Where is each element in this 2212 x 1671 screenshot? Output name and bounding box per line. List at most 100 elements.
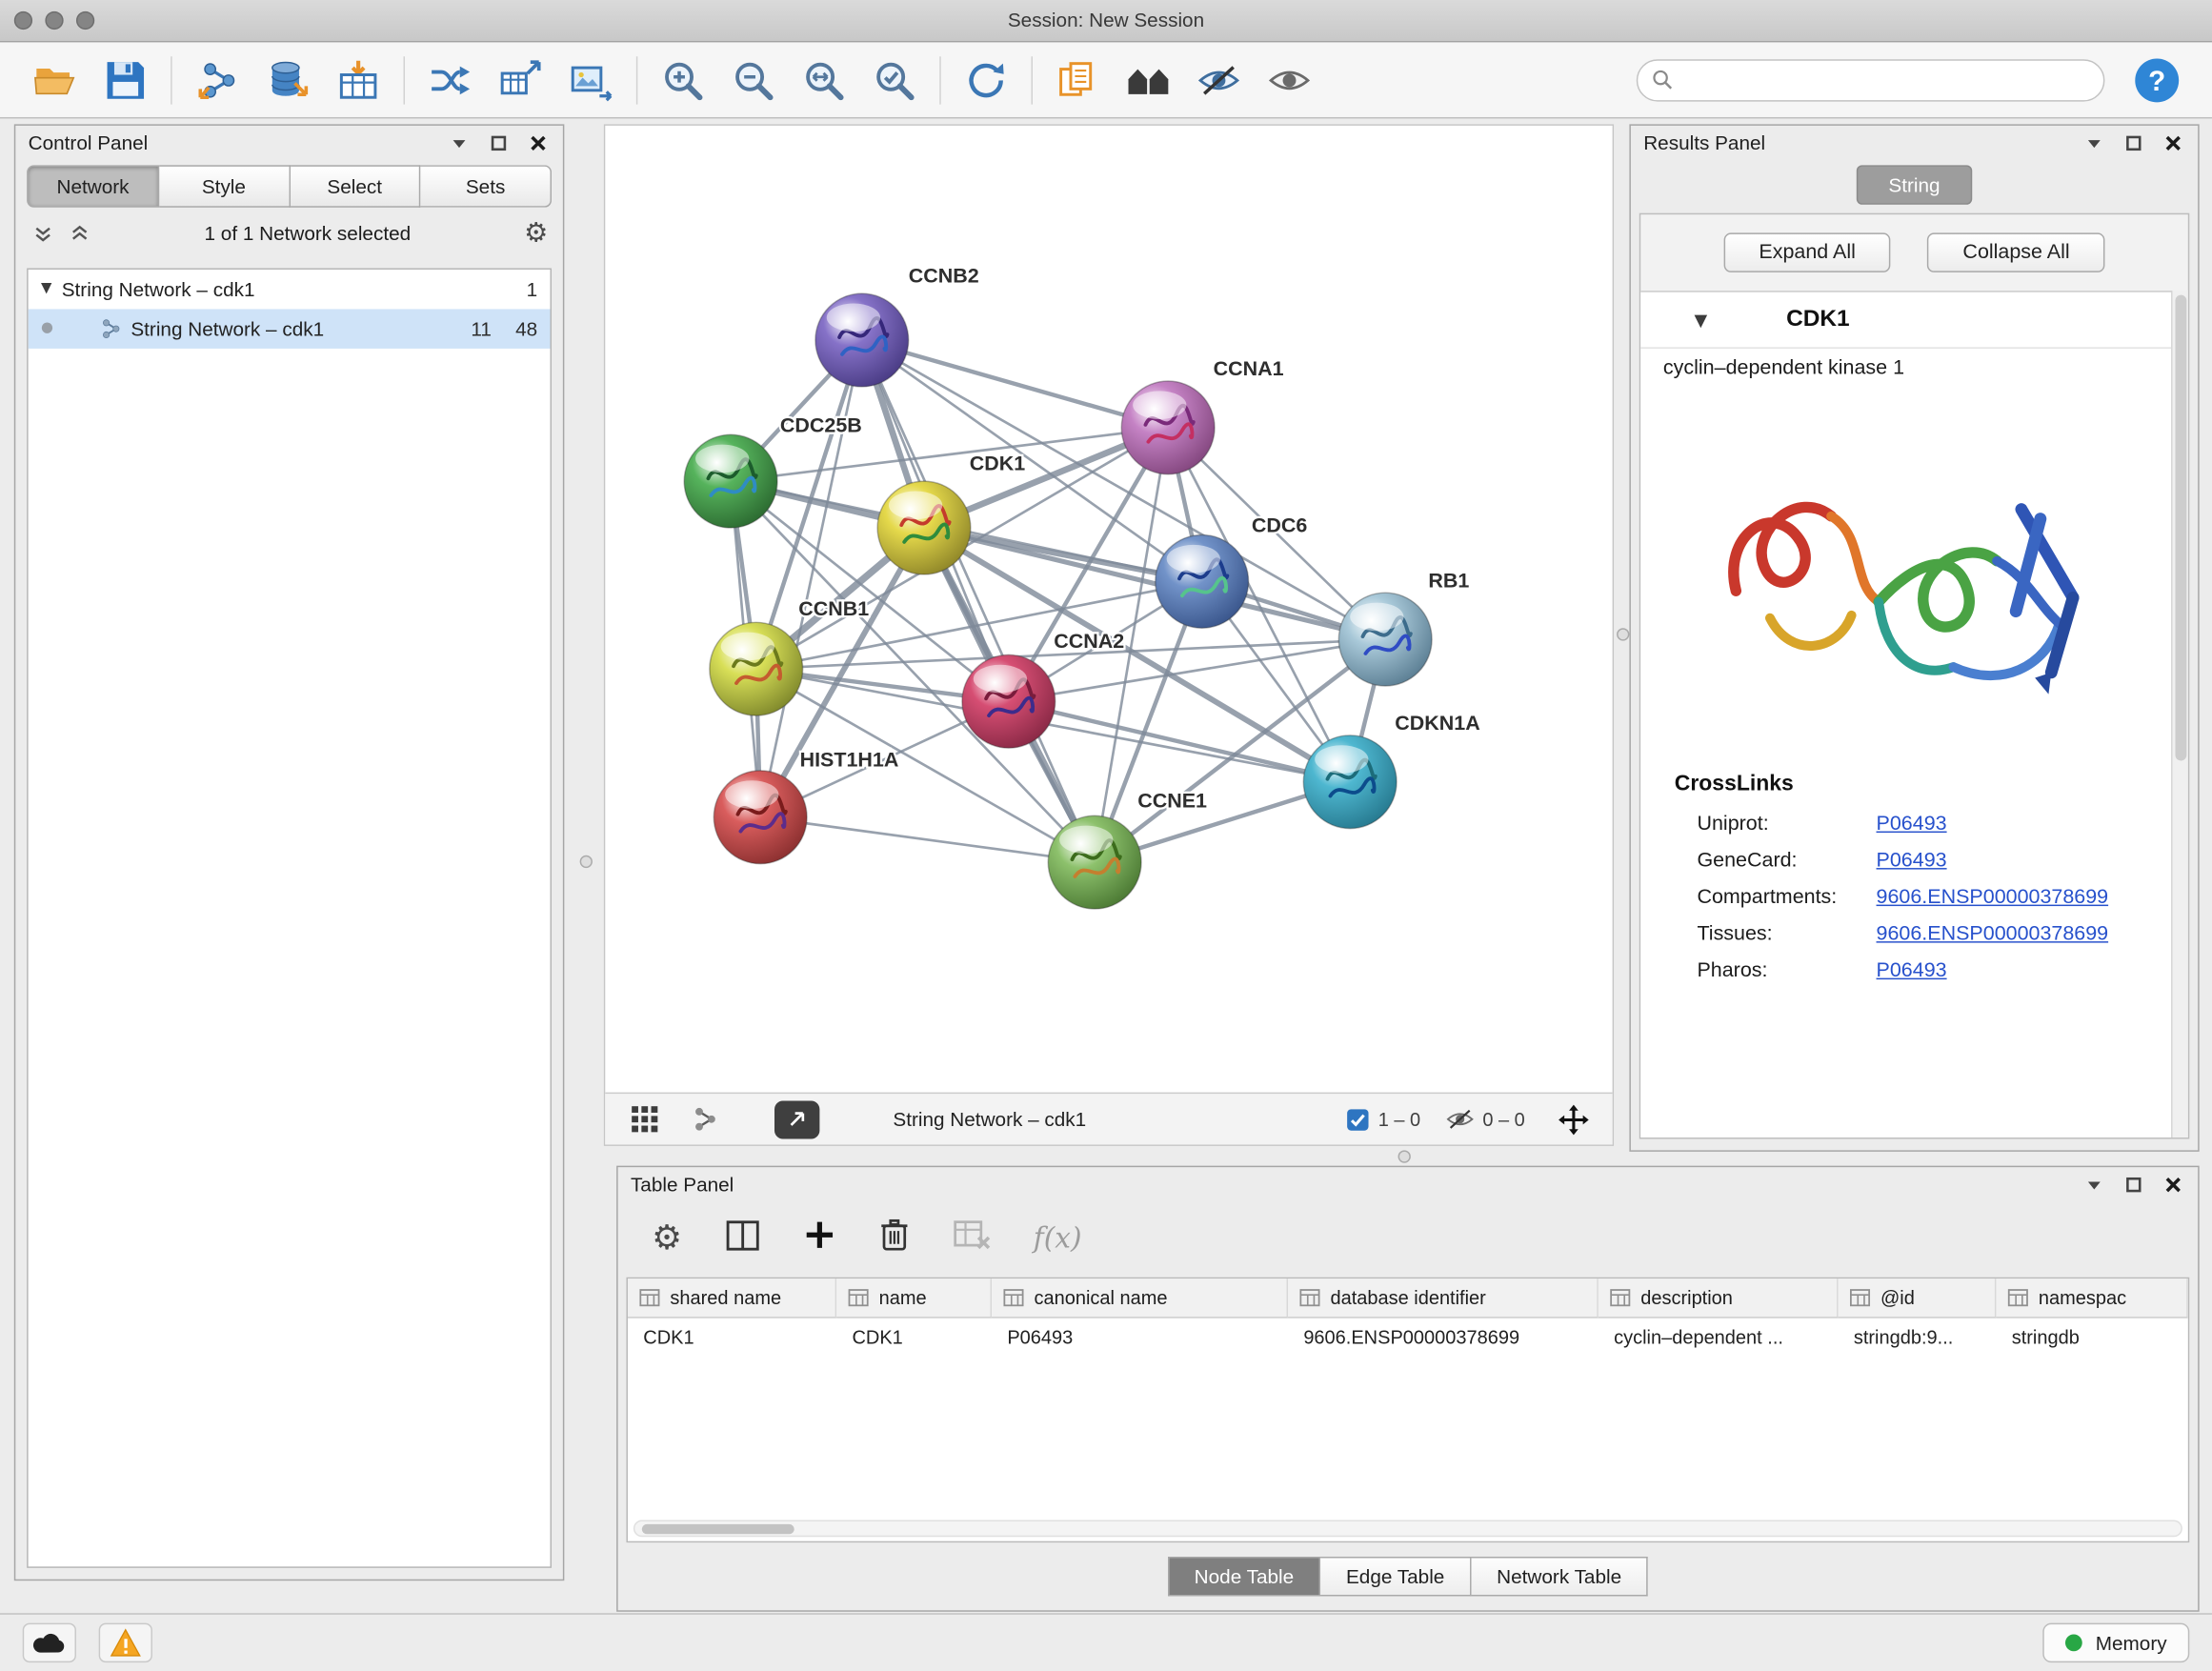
bottom-splitter-handle[interactable] — [1398, 1150, 1411, 1162]
expand-all-networks-button[interactable] — [30, 220, 55, 246]
table-settings-button[interactable]: ⚙ — [652, 1220, 682, 1255]
node-label-CCNE1: CCNE1 — [1137, 789, 1207, 812]
table-panel-float-button[interactable] — [2121, 1172, 2146, 1198]
right-splitter-handle[interactable] — [1617, 628, 1629, 640]
delete-table-icon — [952, 1219, 991, 1251]
minimize-window-button[interactable] — [45, 11, 63, 30]
open-session-button[interactable] — [20, 49, 90, 111]
title-bar: Session: New Session — [0, 0, 2212, 42]
zoom-out-button[interactable] — [718, 49, 789, 111]
export-image-button[interactable] — [555, 49, 626, 111]
tab-network[interactable]: Network — [27, 165, 159, 207]
control-panel-float-button[interactable] — [485, 130, 511, 155]
zoom-window-button[interactable] — [76, 11, 94, 30]
node-CCNA2[interactable] — [962, 654, 1056, 748]
zoom-in-button[interactable] — [648, 49, 718, 111]
column-header-name[interactable]: name — [836, 1278, 992, 1318]
cloud-status-button[interactable] — [23, 1623, 76, 1662]
column-header-canonical-name[interactable]: canonical name — [992, 1278, 1288, 1318]
help-button[interactable]: ? — [2122, 49, 2192, 111]
results-scrollbar-thumb[interactable] — [2175, 295, 2186, 761]
table-horizontal-scrollbar[interactable] — [633, 1520, 2182, 1537]
edge-CCNB2-CCNA1[interactable] — [862, 340, 1168, 428]
control-panel-menu-button[interactable] — [446, 130, 472, 155]
column-header-database-identifier[interactable]: database identifier — [1288, 1278, 1599, 1318]
delete-column-button[interactable] — [878, 1217, 910, 1258]
network-canvas[interactable]: CCNB2CCNA1CDC25BCDK1CDC6RB1CCNB1CCNA2CDK… — [605, 126, 1612, 1093]
collapse-all-networks-button[interactable] — [67, 220, 92, 246]
network-collection-row[interactable]: ▼ String Network – cdk1 1 — [29, 270, 551, 309]
compartments-link[interactable]: 9606.ENSP00000378699 — [1877, 886, 2109, 909]
memory-status-dot — [2066, 1634, 2083, 1651]
search-input[interactable] — [1683, 70, 2089, 91]
hide-selected-button[interactable] — [1183, 49, 1254, 111]
memory-button[interactable]: Memory — [2043, 1623, 2189, 1662]
column-header-namespace[interactable]: namespac — [1996, 1278, 2187, 1318]
function-builder-button[interactable]: f(x) — [1034, 1220, 1082, 1255]
control-panel-close-button[interactable] — [525, 130, 551, 155]
zoom-selected-button[interactable] — [859, 49, 930, 111]
expand-all-button[interactable]: Expand All — [1723, 232, 1891, 272]
node-CCNB2[interactable] — [815, 293, 909, 387]
show-all-button[interactable] — [1254, 49, 1324, 111]
import-network-from-database-button[interactable] — [252, 49, 323, 111]
table-row[interactable]: CDK1 CDK1 P06493 9606.ENSP00000378699 cy… — [628, 1319, 2188, 1357]
protein-card-header[interactable]: ▼ CDK1 — [1640, 292, 2171, 349]
birds-eye-view-button[interactable] — [622, 1099, 667, 1138]
column-header-description[interactable]: description — [1599, 1278, 1839, 1318]
tab-sets[interactable]: Sets — [421, 165, 552, 207]
tab-select[interactable]: Select — [290, 165, 420, 207]
table-panel-close-button[interactable] — [2160, 1172, 2185, 1198]
node-CCNB1[interactable] — [710, 622, 803, 715]
tab-node-table[interactable]: Node Table — [1168, 1557, 1321, 1596]
tab-edge-table[interactable]: Edge Table — [1320, 1557, 1471, 1596]
tab-string-results[interactable]: String — [1856, 165, 1972, 204]
show-columns-button[interactable] — [724, 1218, 759, 1256]
results-panel-menu-button[interactable] — [2081, 130, 2106, 155]
new-network-from-selection-button[interactable] — [485, 49, 555, 111]
import-table-button[interactable] — [323, 49, 393, 111]
close-window-button[interactable] — [14, 11, 32, 30]
genecard-link[interactable]: P06493 — [1877, 850, 1947, 873]
node-CDKN1A[interactable] — [1303, 735, 1397, 829]
node-CDK1[interactable] — [877, 481, 971, 574]
network-row[interactable]: ● String Network – cdk1 11 48 — [29, 309, 551, 348]
delete-table-button[interactable] — [952, 1219, 991, 1255]
import-network-from-file-button[interactable] — [182, 49, 252, 111]
left-splitter-handle[interactable] — [580, 856, 593, 868]
first-neighbors-button[interactable] — [1113, 49, 1183, 111]
merge-networks-button[interactable] — [414, 49, 485, 111]
pharos-link[interactable]: P06493 — [1877, 959, 1947, 982]
table-scrollbar-thumb[interactable] — [642, 1523, 794, 1533]
edge-CCNB2-HIST1H1A[interactable] — [760, 340, 862, 817]
detach-view-button[interactable] — [774, 1100, 819, 1138]
node-CCNE1[interactable] — [1048, 815, 1141, 909]
uniprot-link[interactable]: P06493 — [1877, 813, 1947, 836]
results-scrollbar[interactable] — [2173, 291, 2188, 1137]
column-header-id[interactable]: @id — [1839, 1278, 1997, 1318]
results-panel-float-button[interactable] — [2121, 130, 2146, 155]
collapse-all-button[interactable]: Collapse All — [1927, 232, 2104, 272]
column-header-shared-name[interactable]: shared name — [628, 1278, 836, 1318]
tissues-link[interactable]: 9606.ENSP00000378699 — [1877, 923, 2109, 946]
warnings-button[interactable] — [99, 1623, 152, 1662]
node-CCNA1[interactable] — [1121, 381, 1215, 474]
add-column-button[interactable] — [802, 1218, 836, 1256]
network-overview-button[interactable] — [681, 1099, 726, 1138]
table-panel-menu-button[interactable] — [2081, 1172, 2106, 1198]
duplicate-network-button[interactable] — [1042, 49, 1113, 111]
network-options-button[interactable]: ⚙ — [523, 220, 549, 246]
tab-network-table[interactable]: Network Table — [1471, 1557, 1648, 1596]
edge-CCNB2-CCNE1[interactable] — [862, 340, 1095, 862]
pan-mode-button[interactable] — [1550, 1099, 1595, 1138]
node-HIST1H1A[interactable] — [714, 771, 807, 864]
tab-style[interactable]: Style — [159, 165, 290, 207]
node-CDC6[interactable] — [1156, 534, 1249, 628]
edge-HIST1H1A-CCNE1[interactable] — [760, 817, 1095, 862]
node-CDC25B[interactable] — [684, 434, 777, 528]
refresh-layout-button[interactable] — [951, 49, 1021, 111]
save-session-button[interactable] — [90, 49, 161, 111]
zoom-fit-button[interactable] — [789, 49, 859, 111]
node-RB1[interactable] — [1338, 593, 1432, 686]
results-panel-close-button[interactable] — [2160, 130, 2185, 155]
